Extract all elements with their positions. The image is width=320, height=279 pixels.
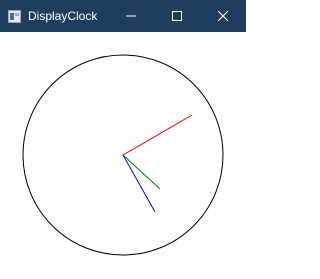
minimize-button[interactable] [108, 0, 154, 32]
app-window: DisplayClock [0, 0, 246, 279]
close-icon [218, 11, 228, 21]
maximize-button[interactable] [154, 0, 200, 32]
clock-pane [0, 32, 246, 279]
window-title: DisplayClock [28, 9, 98, 23]
clock-canvas [22, 54, 224, 256]
app-window-icon [8, 8, 21, 23]
window-controls [108, 0, 246, 32]
maximize-icon [172, 11, 182, 21]
close-button[interactable] [200, 0, 246, 32]
title-bar[interactable]: DisplayClock [0, 0, 246, 32]
minimize-icon [126, 11, 136, 21]
